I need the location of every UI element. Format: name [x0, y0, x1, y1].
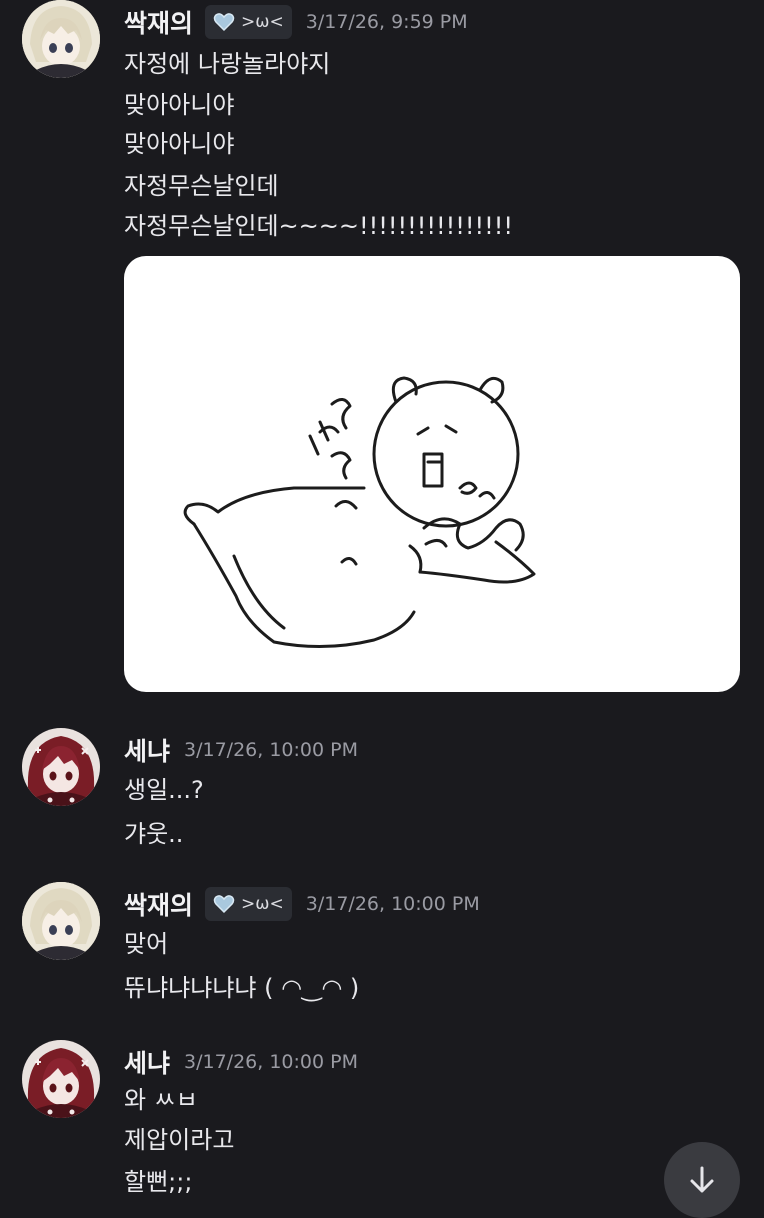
message-text: 맞아아니야: [124, 91, 235, 119]
message-text: 할뻔;;;: [124, 1168, 193, 1196]
message-text: 맞아아니야: [124, 130, 235, 158]
sticker-image[interactable]: [124, 256, 740, 692]
timestamp: 3/17/26, 10:00 PM: [305, 893, 480, 915]
user-badge[interactable]: >ω<: [205, 5, 292, 39]
message-text: 맞어: [124, 930, 169, 958]
avatar-image: [22, 728, 100, 806]
avatar[interactable]: [22, 882, 100, 960]
username[interactable]: 세냐: [124, 1044, 170, 1080]
message-group: 세냐 3/17/26, 10:00 PM 생일...? 갸웃..: [0, 728, 764, 858]
message-text: 와 ㅆㅂ: [124, 1086, 198, 1114]
username[interactable]: 싹재의: [124, 886, 193, 922]
message-header: 세냐 3/17/26, 10:00 PM: [124, 728, 358, 772]
message-header: 세냐 3/17/26, 10:00 PM: [124, 1040, 358, 1084]
message-header: 싹재의 >ω< 3/17/26, 10:00 PM: [124, 882, 480, 926]
message-text: 자정무슨날인데~~~~!!!!!!!!!!!!!!!!: [124, 212, 513, 240]
heart-icon: [213, 895, 235, 914]
timestamp: 3/17/26, 10:00 PM: [184, 739, 358, 761]
avatar[interactable]: [22, 0, 100, 78]
message-text: 생일...?: [124, 776, 204, 804]
message-text: 갸웃..: [124, 820, 184, 848]
message-group: 싹재의 >ω< 3/17/26, 10:00 PM 맞어 뜌냐냐냐냐냐 ( ◠‿…: [0, 882, 764, 1012]
avatar-image: [22, 1040, 100, 1118]
arrow-down-icon: [690, 1166, 714, 1193]
user-badge[interactable]: >ω<: [205, 887, 292, 921]
timestamp: 3/17/26, 9:59 PM: [305, 11, 468, 33]
message-text: 뜌냐냐냐냐냐 ( ◠‿◠ ): [124, 974, 360, 1002]
avatar[interactable]: [22, 1040, 100, 1118]
message-text: 자정에 나랑놀라야지: [124, 50, 331, 78]
sticker-drawing: [183, 376, 536, 649]
message-text: 자정무슨날인데: [124, 172, 279, 200]
scroll-to-bottom-button[interactable]: [664, 1142, 740, 1218]
message-group: 싹재의 >ω< 3/17/26, 9:59 PM 자정에 나랑놀라야지 맞아아니…: [0, 0, 764, 700]
avatar[interactable]: [22, 728, 100, 806]
username[interactable]: 싹재의: [124, 4, 193, 40]
avatar-image: [22, 0, 100, 78]
badge-label: >ω<: [241, 12, 284, 32]
avatar-image: [22, 882, 100, 960]
heart-icon: [213, 13, 235, 32]
message-text: 제압이라고: [124, 1126, 235, 1154]
message-group: 세냐 3/17/26, 10:00 PM 와 ㅆㅂ 제압이라고 할뻔;;;: [0, 1040, 764, 1200]
message-header: 싹재의 >ω< 3/17/26, 9:59 PM: [124, 0, 468, 44]
timestamp: 3/17/26, 10:00 PM: [184, 1051, 358, 1073]
username[interactable]: 세냐: [124, 732, 170, 768]
badge-label: >ω<: [241, 894, 284, 914]
